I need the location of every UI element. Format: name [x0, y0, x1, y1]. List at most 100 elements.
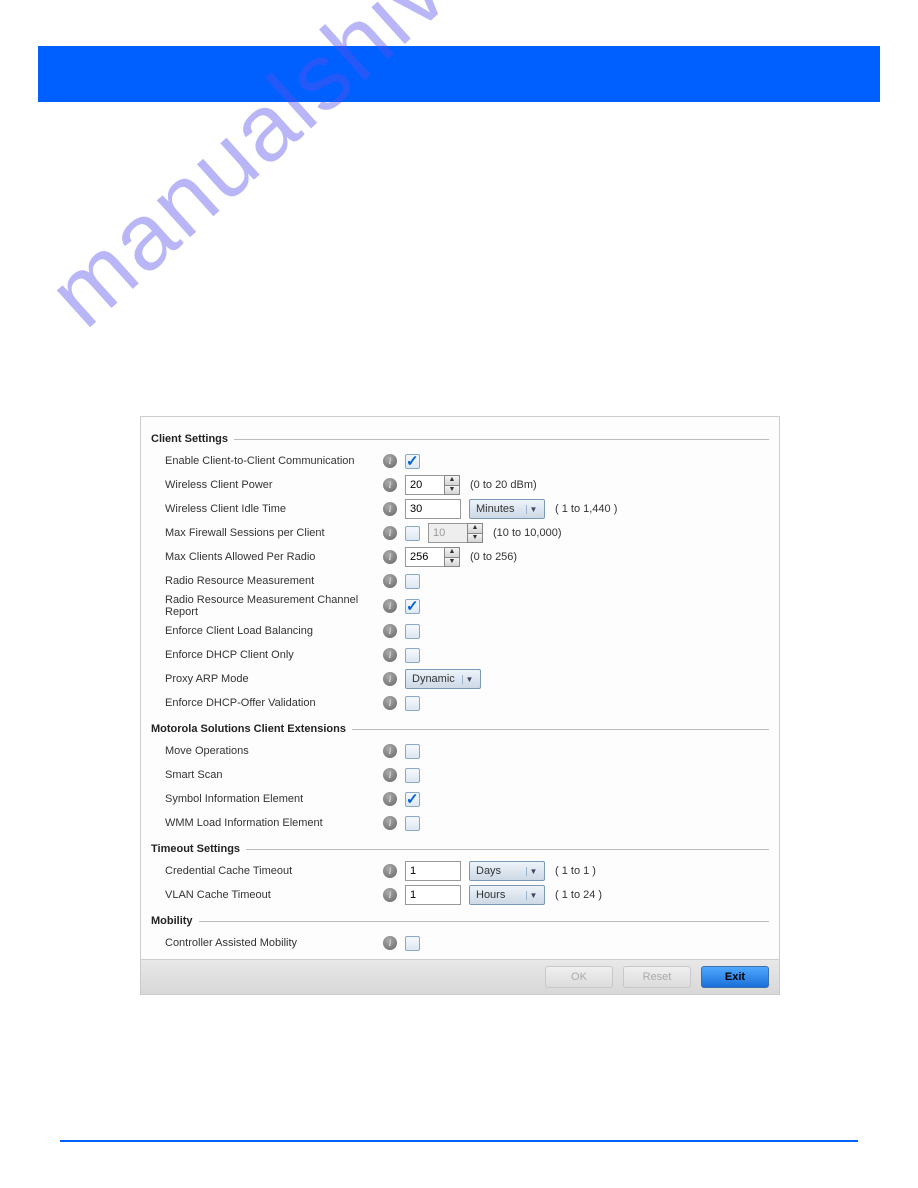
info-icon[interactable]: i — [383, 648, 397, 662]
client-settings-title: Client Settings — [151, 433, 228, 445]
max-fw-checkbox[interactable] — [405, 526, 420, 541]
exit-button[interactable]: Exit — [701, 966, 769, 988]
cred-cache-input[interactable] — [405, 861, 461, 881]
idle-time-unit-dropdown[interactable]: Minutes ▼ — [469, 499, 545, 519]
enable-c2c-checkbox[interactable] — [405, 454, 420, 469]
spin-up-icon[interactable]: ▲ — [467, 523, 483, 533]
label-dhcp-offer: Enforce DHCP-Offer Validation — [151, 697, 383, 709]
row-enable-c2c: Enable Client-to-Client Communication i — [151, 449, 769, 473]
smart-scan-checkbox[interactable] — [405, 768, 420, 783]
chevron-down-icon: ▼ — [526, 891, 540, 900]
chevron-down-icon: ▼ — [526, 505, 540, 514]
label-vlan-cache: VLAN Cache Timeout — [151, 889, 383, 901]
label-rrm: Radio Resource Measurement — [151, 575, 383, 587]
row-wmm-ie: WMM Load Information Element i — [151, 811, 769, 835]
label-load-bal: Enforce Client Load Balancing — [151, 625, 383, 637]
info-icon[interactable]: i — [383, 768, 397, 782]
label-smart-scan: Smart Scan — [151, 769, 383, 781]
row-move-ops: Move Operations i — [151, 739, 769, 763]
info-icon[interactable]: i — [383, 599, 397, 613]
label-wireless-power: Wireless Client Power — [151, 479, 383, 491]
row-max-fw: Max Firewall Sessions per Client i ▲▼ (1… — [151, 521, 769, 545]
spin-down-icon[interactable]: ▼ — [467, 533, 483, 543]
mobility-title: Mobility — [151, 915, 193, 927]
wireless-power-input[interactable] — [405, 475, 445, 495]
label-idle-time: Wireless Client Idle Time — [151, 503, 383, 515]
proxy-arp-dropdown[interactable]: Dynamic ▼ — [405, 669, 481, 689]
section-rule — [246, 849, 769, 850]
row-cam: Controller Assisted Mobility i — [151, 931, 769, 955]
info-icon[interactable]: i — [383, 526, 397, 540]
label-wmm-ie: WMM Load Information Element — [151, 817, 383, 829]
label-max-fw: Max Firewall Sessions per Client — [151, 527, 383, 539]
moto-title: Motorola Solutions Client Extensions — [151, 723, 346, 735]
info-icon[interactable]: i — [383, 888, 397, 902]
spinner-buttons[interactable]: ▲▼ — [467, 523, 483, 543]
chevron-down-icon: ▼ — [462, 675, 476, 684]
wmm-ie-checkbox[interactable] — [405, 816, 420, 831]
dhcp-offer-checkbox[interactable] — [405, 696, 420, 711]
info-icon[interactable]: i — [383, 672, 397, 686]
info-icon[interactable]: i — [383, 936, 397, 950]
footer-bar: OK Reset Exit — [141, 959, 779, 994]
info-icon[interactable]: i — [383, 574, 397, 588]
cred-cache-unit-value: Days — [476, 865, 501, 877]
load-bal-checkbox[interactable] — [405, 624, 420, 639]
max-clients-spinner[interactable]: ▲▼ — [405, 547, 460, 567]
vlan-cache-unit-dropdown[interactable]: Hours ▼ — [469, 885, 545, 905]
client-settings-heading: Client Settings — [151, 433, 769, 445]
dhcp-only-checkbox[interactable] — [405, 648, 420, 663]
bottom-rule — [60, 1140, 858, 1142]
spin-up-icon[interactable]: ▲ — [444, 547, 460, 557]
label-cam: Controller Assisted Mobility — [151, 937, 383, 949]
wireless-power-hint: (0 to 20 dBm) — [470, 479, 537, 491]
symbol-ie-checkbox[interactable] — [405, 792, 420, 807]
spinner-buttons[interactable]: ▲▼ — [444, 475, 460, 495]
row-dhcp-only: Enforce DHCP Client Only i — [151, 643, 769, 667]
timeout-heading: Timeout Settings — [151, 843, 769, 855]
moto-heading: Motorola Solutions Client Extensions — [151, 723, 769, 735]
cam-checkbox[interactable] — [405, 936, 420, 951]
row-smart-scan: Smart Scan i — [151, 763, 769, 787]
vlan-cache-hint: ( 1 to 24 ) — [555, 889, 602, 901]
spin-up-icon[interactable]: ▲ — [444, 475, 460, 485]
vlan-cache-input[interactable] — [405, 885, 461, 905]
proxy-arp-value: Dynamic — [412, 673, 455, 685]
row-load-bal: Enforce Client Load Balancing i — [151, 619, 769, 643]
info-icon[interactable]: i — [383, 816, 397, 830]
spinner-buttons[interactable]: ▲▼ — [444, 547, 460, 567]
row-rrm-ch: Radio Resource Measurement Channel Repor… — [151, 593, 769, 619]
max-clients-input[interactable] — [405, 547, 445, 567]
info-icon[interactable]: i — [383, 624, 397, 638]
info-icon[interactable]: i — [383, 792, 397, 806]
spin-down-icon[interactable]: ▼ — [444, 557, 460, 567]
panel-body: Client Settings Enable Client-to-Client … — [141, 417, 779, 959]
rrm-ch-checkbox[interactable] — [405, 599, 420, 614]
row-max-clients: Max Clients Allowed Per Radio i ▲▼ (0 to… — [151, 545, 769, 569]
info-icon[interactable]: i — [383, 478, 397, 492]
info-icon[interactable]: i — [383, 502, 397, 516]
info-icon[interactable]: i — [383, 744, 397, 758]
idle-time-unit-value: Minutes — [476, 503, 515, 515]
spin-down-icon[interactable]: ▼ — [444, 485, 460, 495]
mobility-heading: Mobility — [151, 915, 769, 927]
ok-button[interactable]: OK — [545, 966, 613, 988]
max-clients-hint: (0 to 256) — [470, 551, 517, 563]
info-icon[interactable]: i — [383, 864, 397, 878]
cred-cache-unit-dropdown[interactable]: Days ▼ — [469, 861, 545, 881]
label-max-clients: Max Clients Allowed Per Radio — [151, 551, 383, 563]
info-icon[interactable]: i — [383, 696, 397, 710]
info-icon[interactable]: i — [383, 550, 397, 564]
idle-time-input[interactable] — [405, 499, 461, 519]
reset-button[interactable]: Reset — [623, 966, 691, 988]
row-proxy-arp: Proxy ARP Mode i Dynamic ▼ — [151, 667, 769, 691]
wireless-power-spinner[interactable]: ▲▼ — [405, 475, 460, 495]
section-rule — [352, 729, 769, 730]
move-ops-checkbox[interactable] — [405, 744, 420, 759]
label-cred-cache: Credential Cache Timeout — [151, 865, 383, 877]
rrm-checkbox[interactable] — [405, 574, 420, 589]
info-icon[interactable]: i — [383, 454, 397, 468]
row-wireless-power: Wireless Client Power i ▲▼ (0 to 20 dBm) — [151, 473, 769, 497]
max-fw-spinner[interactable]: ▲▼ — [428, 523, 483, 543]
row-cred-cache: Credential Cache Timeout i Days ▼ ( 1 to… — [151, 859, 769, 883]
